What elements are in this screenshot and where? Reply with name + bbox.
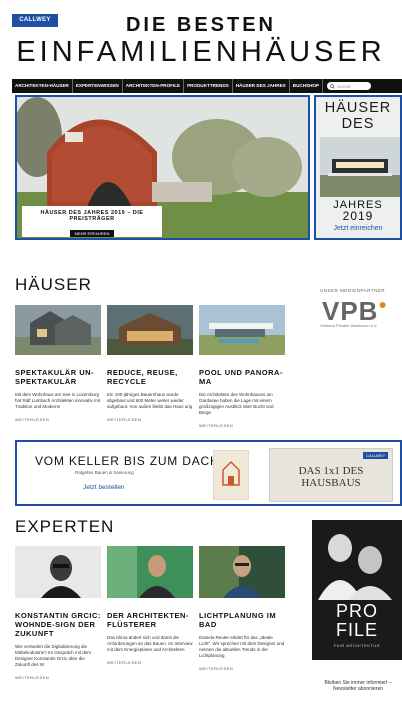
expert-card-2-text: Das Klima ändert sich und damit die Anfo… bbox=[107, 635, 193, 652]
book-banner[interactable]: VOM KELLER BIS ZUM DACH Ratgeber Bauen &… bbox=[15, 440, 402, 506]
jetzt-einreichen-link[interactable]: Jetzt einreichen bbox=[316, 225, 400, 232]
profile-promo[interactable]: PRO FILE FAIR ARCHITEKTUR bbox=[312, 520, 402, 660]
house-card-3-title: POOL UND PANORA-MA bbox=[199, 368, 283, 386]
house-card-2-image bbox=[107, 305, 193, 355]
expert-card-3-image bbox=[199, 546, 285, 598]
site-title-line1: DIE BESTEN bbox=[125, 14, 277, 36]
book-cover-small-image bbox=[213, 450, 249, 500]
profile-title-pro: PRO bbox=[335, 601, 378, 621]
banner-order-link[interactable]: Jetzt bestellen bbox=[83, 484, 125, 491]
house-card-3-text: Die Architekten des Wohnhauses am Gardas… bbox=[199, 392, 274, 415]
house-card-3-more-link[interactable]: WEITERLESEN bbox=[199, 423, 285, 428]
newsletter-teaser[interactable]: Bleiben Sie immer informiert – Newslette… bbox=[314, 680, 402, 692]
house-card-3-image bbox=[199, 305, 285, 355]
banner-headline: VOM KELLER BIS ZUM DACH bbox=[35, 454, 220, 468]
nav-item-architekten-haeuser[interactable]: ARCHITEKTEN-HÄUSER bbox=[12, 79, 73, 93]
house-card-1-title: SPEKTAKULÄR UN-SPEKTAKULÄR bbox=[15, 368, 95, 386]
house-card-2-text: Ein 100-jähriges Bauernhaus wurde abgeba… bbox=[107, 392, 193, 409]
expert-card-3[interactable]: LICHTPLANUNG IM BAD Daniela Reuter erklä… bbox=[199, 546, 285, 671]
house-card-2-more-link[interactable]: WEITERLESEN bbox=[107, 417, 193, 422]
hero-more-button[interactable]: MEHR ERFAHREN bbox=[69, 230, 115, 237]
hero-caption: HÄUSER DES JAHRES 2019 – DIE PREISTRÄGER… bbox=[22, 206, 162, 237]
hero-caption-title: HÄUSER DES JAHRES 2019 – DIE PREISTRÄGER bbox=[40, 210, 144, 222]
expert-card-3-title: LICHTPLANUNG IM BAD bbox=[199, 611, 277, 629]
profile-title-file: FILE bbox=[335, 620, 378, 640]
house-card-1[interactable]: SPEKTAKULÄR UN-SPEKTAKULÄR Mit dem Wohnh… bbox=[15, 305, 101, 422]
banner-subline: Ratgeber Bauen & Sanierung bbox=[75, 470, 134, 475]
profile-portrait-image bbox=[312, 520, 402, 600]
vpb-logo-text: VPB bbox=[322, 296, 379, 326]
jahres-year: 2019 bbox=[342, 209, 374, 223]
nav-item-haeuser-des-jahres[interactable]: HÄUSER DES JAHRES bbox=[233, 79, 290, 93]
house-card-3[interactable]: POOL UND PANORA-MA Die Architekten des W… bbox=[199, 305, 285, 428]
expert-card-2[interactable]: DER ARCHITEKTEN-FLÜSTERER Das Klima ände… bbox=[107, 546, 193, 665]
search-input[interactable]: SUCHE bbox=[327, 82, 372, 90]
book-title: DAS 1x1 DES HAUSBAUS bbox=[298, 465, 364, 489]
expert-card-1[interactable]: KONSTANTIN GRCIC: WOHNDE-SIGN DER ZUKUNF… bbox=[15, 546, 101, 680]
nav-item-architekten-profile[interactable]: ARCHITEKTEN-PROFILE bbox=[123, 79, 185, 93]
house-card-1-text: Mit dem Wohnhaus am See in Luxemburg hat… bbox=[15, 392, 101, 409]
jahres-heading: HÄUSER DES bbox=[316, 100, 400, 132]
partner-label: UNSER MEDIENPARTNER bbox=[320, 288, 386, 293]
book-callwey-logo: CALLWEY bbox=[363, 452, 388, 459]
house-card-1-more-link[interactable]: WEITERLESEN bbox=[15, 417, 101, 422]
expert-card-3-more-link[interactable]: WEITERLESEN bbox=[199, 666, 285, 671]
site-title-line2: EINFAMILIENHÄUSER bbox=[16, 36, 386, 68]
expert-card-2-title: DER ARCHITEKTEN-FLÜSTERER bbox=[107, 611, 189, 629]
jahres-line1: HÄUSER bbox=[324, 100, 392, 116]
search-placeholder: SUCHE bbox=[337, 83, 352, 89]
expert-card-1-image bbox=[15, 546, 101, 598]
houses-heading: HÄUSER bbox=[15, 275, 92, 294]
experts-heading: EXPERTEN bbox=[15, 517, 115, 536]
profile-title: PRO FILE bbox=[312, 602, 402, 640]
book-cover-large: CALLWEY DAS 1x1 DES HAUSBAUS bbox=[269, 448, 393, 502]
jahres-house-image bbox=[320, 137, 400, 197]
expert-card-1-title: KONSTANTIN GRCIC: WOHNDE-SIGN DER ZUKUNF… bbox=[15, 611, 101, 638]
expert-card-1-more-link[interactable]: WEITERLESEN bbox=[15, 675, 101, 680]
nav-item-buchshop[interactable]: BUCHSHOP bbox=[290, 79, 324, 93]
expert-card-2-more-link[interactable]: WEITERLESEN bbox=[107, 660, 193, 665]
haeuser-des-jahres-promo[interactable]: HÄUSER DES JAHRES 2019 Jetzt einreichen bbox=[314, 95, 402, 240]
expert-card-3-text: Daniela Reuter erklärt für das „Ideale L… bbox=[199, 635, 285, 658]
house-card-1-image bbox=[15, 305, 101, 355]
nav-item-produkttrends[interactable]: PRODUKTTRENDS bbox=[184, 79, 233, 93]
house-card-2-title: REDUCE, REUSE, RECYCLE bbox=[107, 368, 178, 386]
profile-sub: FAIR ARCHITEKTUR bbox=[333, 643, 381, 648]
expert-card-2-image bbox=[107, 546, 193, 598]
vpb-logo-dot-icon: ● bbox=[378, 296, 388, 312]
search-icon bbox=[330, 83, 335, 89]
expert-card-1-text: Wie verändert die Digitalisierung die Mö… bbox=[15, 644, 92, 667]
partner-sub: Verband Privater Bauherren e.V. bbox=[320, 323, 378, 328]
house-card-2[interactable]: REDUCE, REUSE, RECYCLE Ein 100-jähriges … bbox=[107, 305, 193, 422]
main-nav: ARCHITEKTEN-HÄUSER EXPERTENWISSEN ARCHIT… bbox=[12, 79, 402, 93]
nav-item-expertenwissen[interactable]: EXPERTENWISSEN bbox=[73, 79, 123, 93]
jahres-line2: DES bbox=[341, 116, 375, 132]
